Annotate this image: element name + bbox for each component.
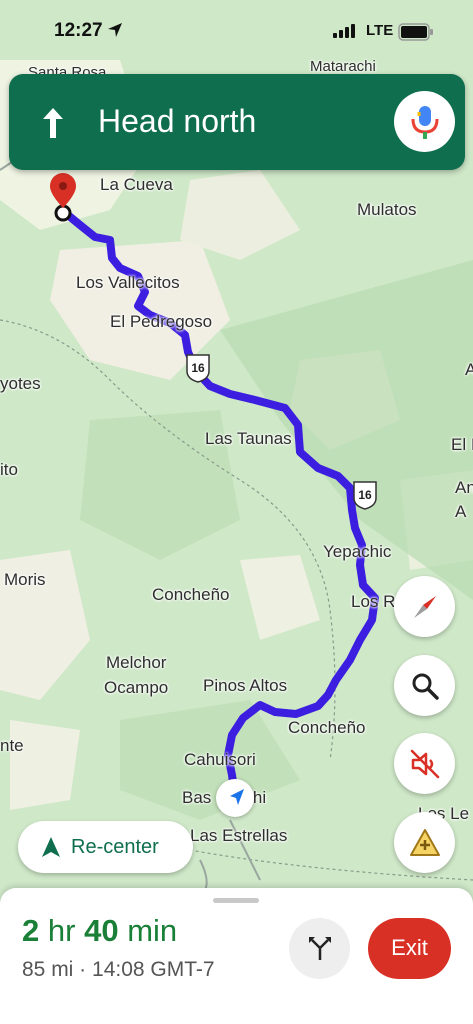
place-label: Ocampo [104, 678, 169, 697]
add-report-icon [410, 829, 440, 856]
route-options-button[interactable] [289, 918, 350, 979]
place-label: Concheño [288, 718, 366, 737]
trip-summary-sheet[interactable]: 2 hr 40 min 85 mi · 14:08 GMT-7 Exit [0, 888, 473, 1024]
search-icon [412, 673, 439, 700]
mic-icon [411, 106, 439, 139]
highway-shield: 16 [352, 480, 378, 510]
place-label: Concheño [152, 585, 230, 604]
trip-duration: 2 hr 40 min [22, 913, 178, 948]
place-label: Las Taunas [205, 429, 292, 448]
compass-icon [414, 596, 436, 618]
place-label: Cahuisori [184, 750, 256, 769]
navigation-arrow-icon [230, 789, 244, 805]
recenter-button[interactable]: Re-center [18, 821, 193, 873]
compass-button[interactable] [394, 576, 455, 637]
direction-instruction: Head north [98, 103, 257, 139]
place-label: An [455, 478, 473, 497]
highway-shield: 16 [185, 353, 211, 383]
sheet-handle[interactable] [213, 898, 259, 903]
trip-distance-arrival: 85 mi · 14:08 GMT-7 [22, 958, 215, 981]
place-label: Los R [351, 592, 396, 611]
place-label: Yepachic [323, 542, 392, 561]
route-split-icon [309, 937, 331, 960]
signal-icon [333, 24, 355, 38]
status-bar: 12:27 LTE [0, 0, 473, 62]
status-time: 12:27 [54, 20, 103, 41]
place-label: El I [451, 435, 473, 454]
network-type: LTE [366, 22, 394, 39]
place-label: El Pedregoso [110, 312, 213, 331]
place-label: Las Estrellas [190, 826, 288, 845]
place-label: Pinos Altos [203, 676, 288, 695]
exit-navigation-button[interactable]: Exit [368, 918, 451, 979]
place-label: yotes [0, 374, 41, 393]
place-label: Melchor [106, 653, 167, 672]
battery-icon [398, 23, 433, 41]
sound-off-icon [410, 749, 440, 779]
direction-banner[interactable]: Head north [9, 74, 465, 170]
location-arrow-icon [108, 23, 122, 37]
place-label: Moris [4, 570, 46, 589]
place-label: La Cueva [100, 175, 173, 194]
search-button[interactable] [394, 655, 455, 716]
place-label: nte [0, 736, 24, 755]
voice-search-button[interactable] [394, 91, 455, 152]
place-label: Los Vallecitos [76, 273, 180, 292]
report-incident-button[interactable] [394, 812, 455, 873]
mute-button[interactable] [394, 733, 455, 794]
arrow-up-icon [43, 108, 63, 138]
place-label: A [465, 360, 473, 379]
place-label: A [455, 502, 467, 521]
current-location-marker [216, 779, 254, 817]
recenter-label: Re-center [71, 836, 159, 858]
place-label: Mulatos [357, 200, 417, 219]
place-label: ito [0, 460, 18, 479]
navigation-arrow-icon [42, 837, 60, 857]
